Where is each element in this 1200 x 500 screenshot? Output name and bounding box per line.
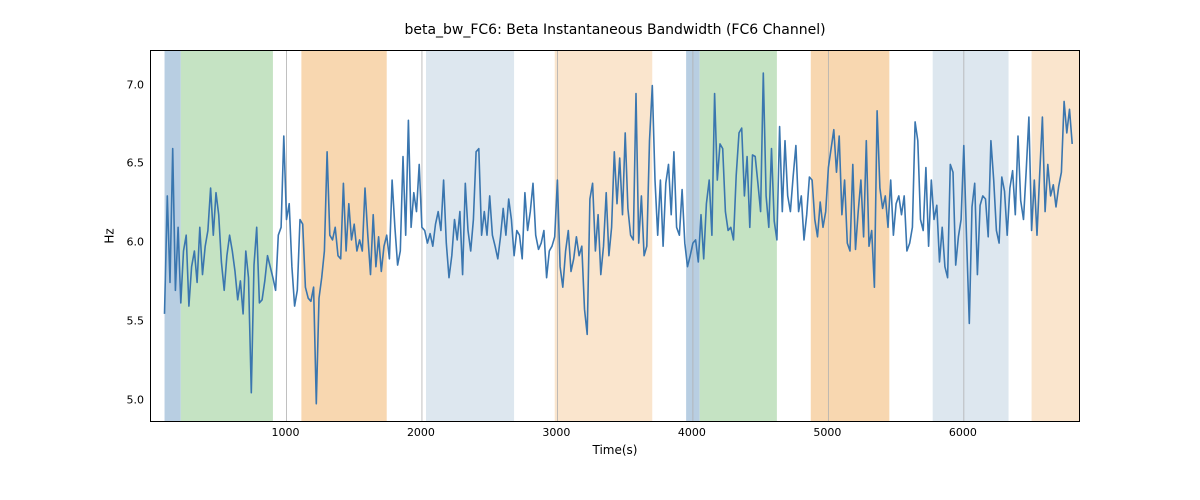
span-band — [181, 51, 273, 421]
x-axis-label: Time(s) — [150, 443, 1080, 457]
span-band — [700, 51, 777, 421]
x-tick-label: 3000 — [542, 426, 570, 439]
x-tick-label: 2000 — [407, 426, 435, 439]
chart-title: beta_bw_FC6: Beta Instantaneous Bandwidt… — [150, 22, 1080, 38]
y-tick-label: 6.0 — [104, 236, 144, 249]
chart-figure: beta_bw_FC6: Beta Instantaneous Bandwidt… — [0, 0, 1200, 500]
x-tick-label: 5000 — [813, 426, 841, 439]
y-tick-label: 6.5 — [104, 157, 144, 170]
y-tick-label: 7.0 — [104, 78, 144, 91]
y-tick-label: 5.0 — [104, 393, 144, 406]
plot-area — [150, 50, 1080, 422]
y-tick-label: 5.5 — [104, 314, 144, 327]
x-tick-label: 4000 — [678, 426, 706, 439]
x-tick-label: 6000 — [949, 426, 977, 439]
x-tick-label: 1000 — [271, 426, 299, 439]
plot-svg — [151, 51, 1079, 421]
span-band — [1032, 51, 1079, 421]
